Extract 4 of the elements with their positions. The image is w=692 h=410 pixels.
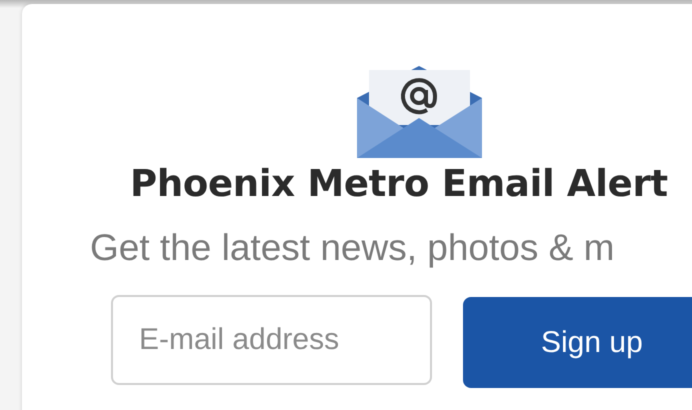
email-input[interactable]: E-mail address <box>111 295 432 385</box>
newsletter-title: Phoenix Metro Email Alert <box>130 162 668 205</box>
newsletter-subtitle: Get the latest news, photos & m <box>90 227 614 269</box>
sign-up-button[interactable]: Sign up <box>463 297 692 388</box>
